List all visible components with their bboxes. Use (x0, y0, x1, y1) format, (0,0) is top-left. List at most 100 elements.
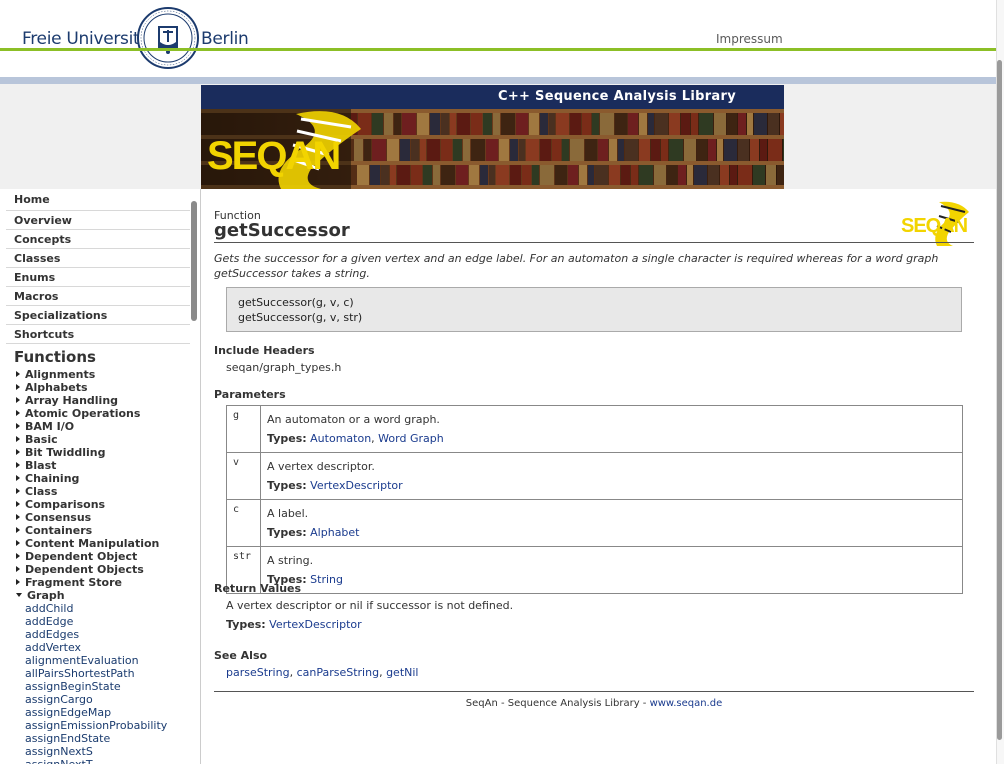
tree-category-label[interactable]: Consensus (25, 511, 91, 524)
impressum-link[interactable]: Impressum (716, 32, 783, 46)
sidebar-item-overview[interactable]: Overview (6, 211, 190, 230)
tree-category-graph[interactable]: Graph (16, 589, 200, 602)
sidebar-item-macros[interactable]: Macros (6, 287, 190, 306)
function-link[interactable]: assignEndState (25, 732, 200, 745)
window-scrollbar-thumb[interactable] (997, 60, 1002, 740)
tree-category-label[interactable]: Content Manipulation (25, 537, 159, 550)
book-spine (354, 139, 363, 161)
function-link[interactable]: assignNextS (25, 745, 200, 758)
tree-category-label[interactable]: Class (25, 485, 57, 498)
sidebar-item-home[interactable]: Home (6, 189, 190, 211)
tree-category-label[interactable]: Blast (25, 459, 56, 472)
function-link[interactable]: assignBeginState (25, 680, 200, 693)
book-spine (400, 139, 410, 161)
function-link[interactable]: assignEdgeMap (25, 706, 200, 719)
collapsed-triangle-icon[interactable] (16, 384, 20, 390)
function-link[interactable]: addChild (25, 602, 200, 615)
tree-category[interactable]: Alphabets (16, 381, 200, 394)
function-link[interactable]: assignEmissionProbability (25, 719, 200, 732)
function-category-tree: Alignments Alphabets Array Handling Atomic … (16, 368, 200, 602)
tree-category[interactable]: Alignments (16, 368, 200, 381)
collapsed-triangle-icon[interactable] (16, 540, 20, 546)
book-spine (655, 113, 668, 135)
function-link[interactable]: addVertex (25, 641, 200, 654)
sidebar-item-shortcuts[interactable]: Shortcuts (6, 325, 190, 344)
tree-category[interactable]: Dependent Object (16, 550, 200, 563)
tree-category[interactable]: Bit Twiddling (16, 446, 200, 459)
type-link[interactable]: Word Graph (378, 432, 444, 445)
tree-category[interactable]: Containers (16, 524, 200, 537)
book-spine (585, 139, 597, 161)
tree-category-label[interactable]: Alignments (25, 368, 95, 381)
collapsed-triangle-icon[interactable] (16, 579, 20, 585)
collapsed-triangle-icon[interactable] (16, 566, 20, 572)
type-link[interactable]: String (310, 573, 343, 586)
tree-category[interactable]: Comparisons (16, 498, 200, 511)
function-link[interactable]: allPairsShortestPath (25, 667, 200, 680)
book-spine (570, 113, 581, 135)
tree-category[interactable]: Content Manipulation (16, 537, 200, 550)
collapsed-triangle-icon[interactable] (16, 423, 20, 429)
tree-category[interactable]: Consensus (16, 511, 200, 524)
collapsed-triangle-icon[interactable] (16, 527, 20, 533)
book-spine (519, 139, 525, 161)
collapsed-triangle-icon[interactable] (16, 553, 20, 559)
collapsed-triangle-icon[interactable] (16, 475, 20, 481)
type-link[interactable]: Automaton (310, 432, 371, 445)
book-spine (678, 165, 686, 187)
sidebar-scrollbar[interactable] (191, 201, 197, 321)
collapsed-triangle-icon[interactable] (16, 371, 20, 377)
tree-category[interactable]: Class (16, 485, 200, 498)
expanded-triangle-icon[interactable] (16, 593, 22, 597)
collapsed-triangle-icon[interactable] (16, 436, 20, 442)
tree-category-label[interactable]: BAM I/O (25, 420, 74, 433)
tree-category-label[interactable]: Atomic Operations (25, 407, 140, 420)
sidebar-item-enums[interactable]: Enums (6, 268, 190, 287)
sidebar-item-classes[interactable]: Classes (6, 249, 190, 268)
tree-category-label[interactable]: Dependent Objects (25, 563, 144, 576)
tree-category-label[interactable]: Alphabets (25, 381, 88, 394)
tree-category[interactable]: Blast (16, 459, 200, 472)
tree-category-label[interactable]: Containers (25, 524, 92, 537)
tree-category-label[interactable]: Fragment Store (25, 576, 122, 589)
collapsed-triangle-icon[interactable] (16, 449, 20, 455)
tree-category-label[interactable]: Basic (25, 433, 58, 446)
collapsed-triangle-icon[interactable] (16, 488, 20, 494)
return-type-link[interactable]: VertexDescriptor (269, 618, 362, 631)
tree-category-label[interactable]: Bit Twiddling (25, 446, 105, 459)
footer-link[interactable]: www.seqan.de (650, 698, 723, 709)
type-link[interactable]: VertexDescriptor (310, 479, 403, 492)
collapsed-triangle-icon[interactable] (16, 462, 20, 468)
sidebar-item-specializations[interactable]: Specializations (6, 306, 190, 325)
tree-category-label[interactable]: Comparisons (25, 498, 105, 511)
university-seal-icon[interactable] (136, 6, 200, 70)
collapsed-triangle-icon[interactable] (16, 514, 20, 520)
collapsed-triangle-icon[interactable] (16, 501, 20, 507)
book-spine (753, 165, 765, 187)
tree-category[interactable]: Chaining (16, 472, 200, 485)
type-link[interactable]: Alphabet (310, 526, 359, 539)
function-link[interactable]: addEdge (25, 615, 200, 628)
tree-category[interactable]: BAM I/O (16, 420, 200, 433)
tree-category-label[interactable]: Array Handling (25, 394, 118, 407)
collapsed-triangle-icon[interactable] (16, 397, 20, 403)
see-also-link[interactable]: parseString (226, 666, 290, 679)
tree-category[interactable]: Fragment Store (16, 576, 200, 589)
function-link[interactable]: assignCargo (25, 693, 200, 706)
parameter-name: c (226, 499, 261, 547)
function-link[interactable]: addEdges (25, 628, 200, 641)
sidebar-item-concepts[interactable]: Concepts (6, 230, 190, 249)
collapsed-triangle-icon[interactable] (16, 410, 20, 416)
tree-category[interactable]: Dependent Objects (16, 563, 200, 576)
tree-category[interactable]: Atomic Operations (16, 407, 200, 420)
function-link[interactable]: alignmentEvaluation (25, 654, 200, 667)
tree-category-label[interactable]: Graph (27, 589, 65, 602)
see-also-link[interactable]: canParseString (297, 666, 380, 679)
tree-category[interactable]: Array Handling (16, 394, 200, 407)
tree-category[interactable]: Basic (16, 433, 200, 446)
book-spine (648, 113, 654, 135)
see-also-link[interactable]: getNil (386, 666, 418, 679)
tree-category-label[interactable]: Chaining (25, 472, 79, 485)
tree-category-label[interactable]: Dependent Object (25, 550, 137, 563)
function-link[interactable]: assignNextT (25, 758, 200, 764)
